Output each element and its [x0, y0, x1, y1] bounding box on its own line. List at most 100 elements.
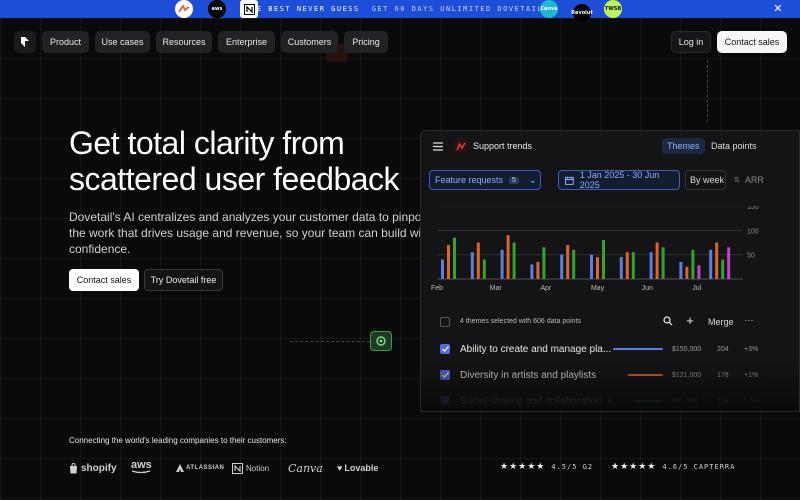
support-trends-chart: 150 100 50 Feb Mar Apr May Jun Jul: [431, 206, 759, 292]
dovetail-logo-icon: [21, 37, 29, 47]
atlassian-icon: [176, 464, 184, 472]
canva-logo: Canva: [540, 0, 558, 18]
date-range-picker[interactable]: 1 Jan 2025 - 30 Jun 2025: [558, 170, 680, 190]
chart-bar: [697, 265, 701, 279]
chart-bar: [560, 254, 564, 279]
notion-icon: [232, 462, 243, 474]
close-icon[interactable]: ✕: [773, 2, 784, 15]
dovetail-logo[interactable]: [14, 31, 36, 53]
merge-button[interactable]: Merge: [708, 317, 734, 327]
metric-label: ARR: [744, 175, 764, 185]
sort-icon: ⇅: [734, 177, 740, 184]
chart-bar: [453, 237, 456, 279]
row-bar: [633, 400, 663, 402]
chart-bar: [709, 249, 713, 279]
row-change: +1%: [744, 371, 759, 379]
x-tick-label: Feb: [431, 285, 443, 292]
support-trends-panel: Support trends Themes Data points Featur…: [420, 130, 800, 412]
star-rating-icon: ★★★★★: [611, 462, 657, 472]
more-options-icon[interactable]: ···: [743, 315, 755, 325]
node-icon: [370, 331, 392, 351]
login-button[interactable]: Log in: [671, 31, 711, 53]
chart-bar: [542, 247, 546, 279]
row-change: 0.5%: [744, 397, 760, 405]
table-row[interactable]: Social sharing and collaboration $81,450…: [421, 388, 799, 411]
feature-requests-filter[interactable]: Feature requests 5 ⌄: [429, 170, 541, 190]
granularity-select[interactable]: By week: [685, 170, 726, 190]
nav-pricing[interactable]: Pricing: [344, 31, 388, 53]
nav-resources[interactable]: Resources: [156, 31, 212, 53]
row-checkbox[interactable]: [440, 344, 450, 354]
star-rating-icon: ★★★★★: [500, 462, 546, 472]
search-icon[interactable]: [662, 315, 674, 327]
chart-bar: [482, 259, 486, 279]
brand-logo-icon: [175, 0, 193, 18]
chart-bar: [512, 242, 516, 279]
chart-bar: [441, 259, 444, 279]
hero-subtitle: Dovetail's AI centralizes and analyzes y…: [69, 210, 435, 256]
y-tick-label: 150: [747, 206, 759, 211]
metric-select[interactable]: ⇅ ARR: [734, 170, 784, 190]
notion-brand-logo: Notion: [232, 460, 269, 476]
row-change: +3%: [744, 345, 759, 353]
connector-line: [290, 341, 370, 342]
table-row[interactable]: Ability to create and manage pla... $150…: [421, 336, 799, 362]
chart-bar: [715, 242, 719, 279]
contact-sales-button[interactable]: Contact sales: [69, 269, 139, 291]
row-value: $121,000: [672, 371, 702, 379]
nav-use-cases[interactable]: Use cases: [95, 31, 150, 53]
aws-brand-logo: aws: [131, 460, 152, 476]
chart-bar: [661, 247, 665, 279]
row-value: $81,450: [672, 397, 698, 405]
aws-smile-icon: [132, 470, 151, 474]
nav-product[interactable]: Product: [42, 31, 89, 53]
row-count: 204: [717, 345, 729, 353]
x-tick-label: Jul: [692, 285, 701, 292]
chart-bar: [596, 257, 599, 279]
row-checkbox[interactable]: [440, 396, 450, 406]
tab-themes[interactable]: Themes: [662, 138, 705, 154]
notion-logo-icon: [240, 0, 258, 18]
chart-bar: [536, 261, 540, 279]
chart-bar: [602, 240, 605, 279]
top-nav: Product Use cases Resources Enterprise C…: [0, 30, 800, 54]
row-count: 134: [717, 397, 729, 405]
g2-rating: ★★★★★ 4.5/5 G2: [500, 462, 593, 472]
menu-icon[interactable]: [432, 141, 444, 151]
rating-text: 4.5/5 G2: [551, 463, 594, 471]
connector-line: [707, 60, 708, 122]
chart-bar: [721, 259, 725, 279]
y-tick-label: 50: [747, 253, 755, 260]
x-tick-label: May: [591, 285, 605, 292]
nav-customers[interactable]: Customers: [281, 31, 338, 53]
chart-bar: [566, 244, 570, 279]
chart-bar: [590, 254, 593, 279]
promo-banner[interactable]: aws THE BEST NEVER GUESS GET 60 DAYS UNL…: [0, 0, 800, 22]
try-free-button[interactable]: Try Dovetail free: [144, 269, 223, 291]
aws-logo: aws: [208, 0, 226, 18]
table-row[interactable]: Diversity in artists and playlists $121,…: [421, 362, 799, 388]
select-all-checkbox[interactable]: [440, 317, 450, 327]
add-icon[interactable]: +: [684, 313, 696, 328]
chart-bar: [691, 249, 695, 279]
chart-bar: [506, 235, 510, 279]
tab-data-points[interactable]: Data points: [708, 138, 760, 154]
row-bar: [613, 348, 663, 350]
banner-offer-link[interactable]: GET 60 DAYS UNLIMITED DOVETAIL →: [372, 5, 555, 13]
brand-logo: TWSB: [604, 0, 622, 18]
row-checkbox[interactable]: [440, 370, 450, 380]
nav-enterprise[interactable]: Enterprise: [218, 31, 275, 53]
hero-title: Get total clarity from scattered user fe…: [69, 125, 400, 197]
calendar-icon: [565, 176, 574, 185]
panel-title: Support trends: [473, 141, 533, 151]
y-tick-label: 100: [747, 228, 759, 235]
chart-bar: [530, 264, 534, 279]
contact-sales-nav-button[interactable]: Contact sales: [717, 31, 787, 53]
chart-bar: [476, 242, 480, 279]
chart-bar: [470, 252, 474, 279]
chevron-down-icon: ⌄: [528, 174, 537, 185]
banner-headline: THE BEST NEVER GUESS: [245, 5, 360, 13]
x-tick-label: Mar: [490, 285, 503, 292]
revolut-logo: Revolut: [571, 4, 593, 22]
connecting-text: Connecting the world's leading companies…: [69, 436, 287, 445]
